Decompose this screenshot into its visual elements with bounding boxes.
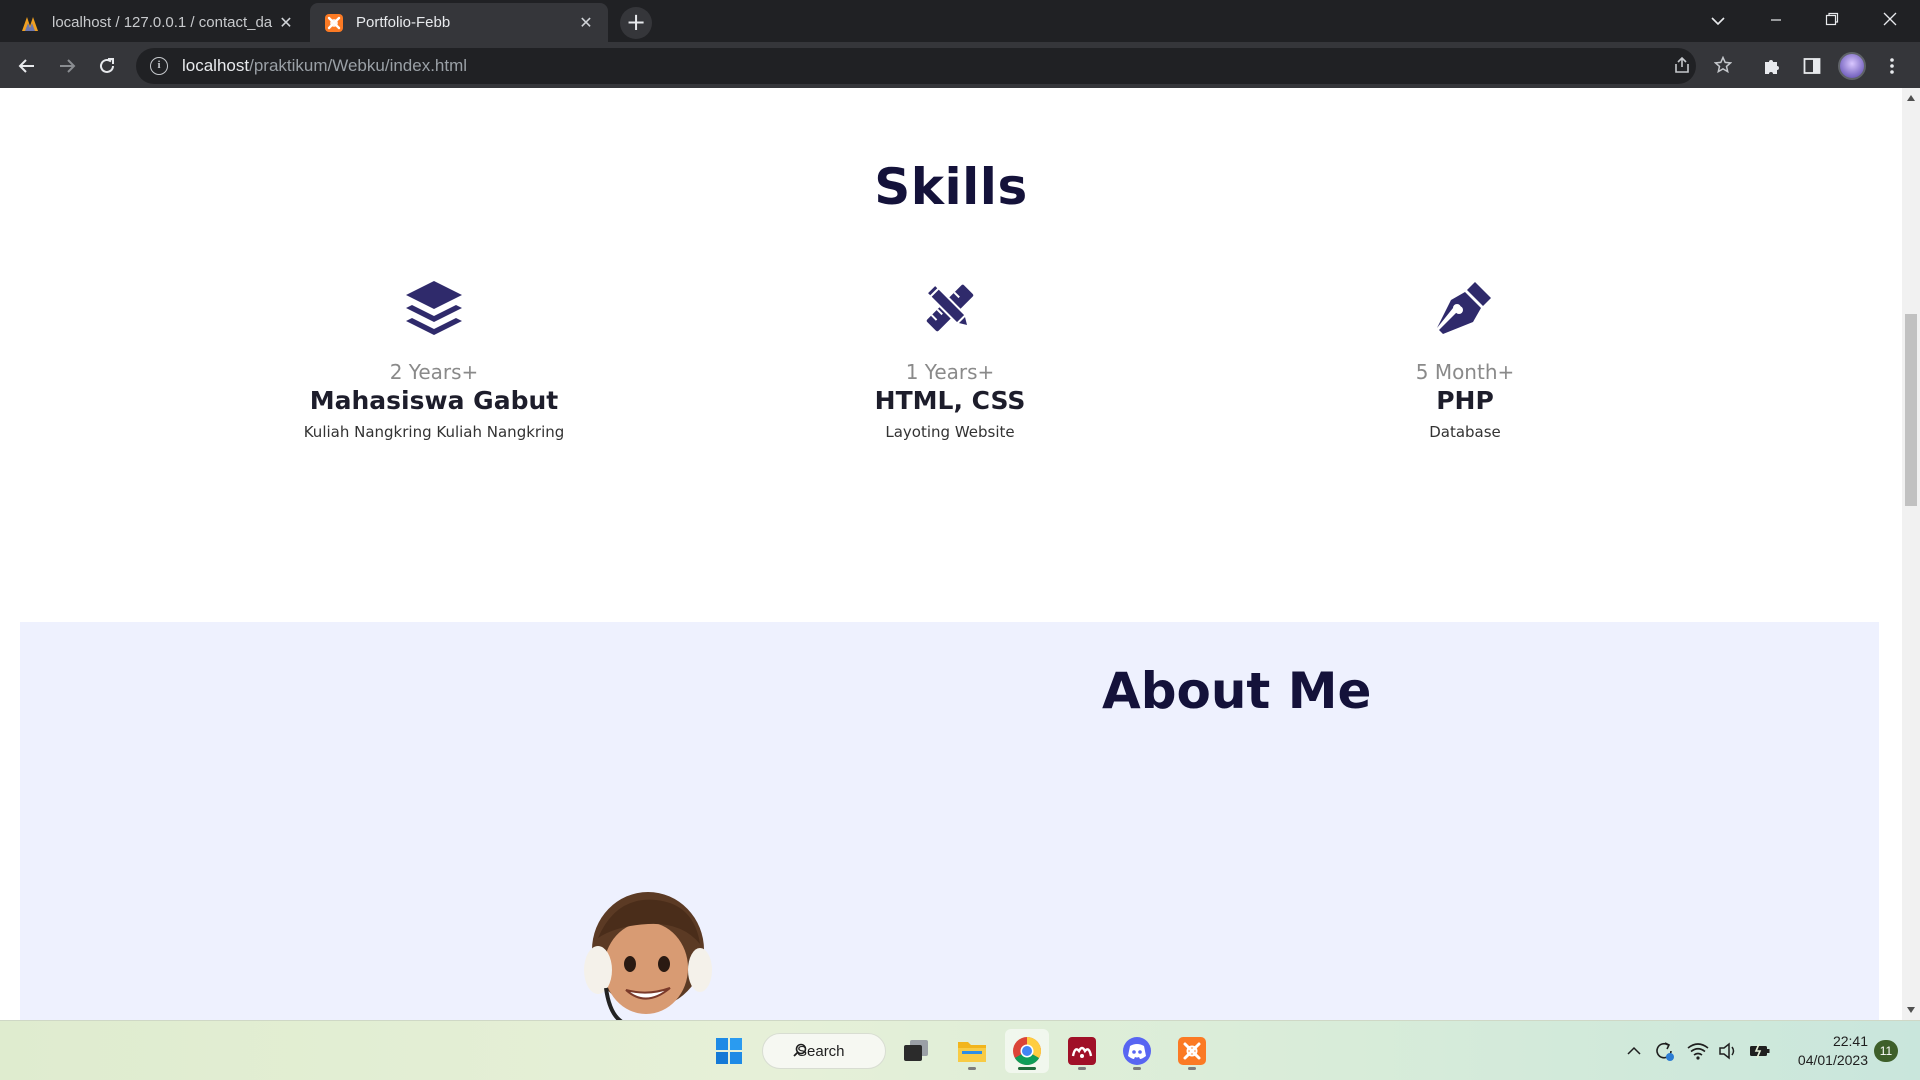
- restore-icon[interactable]: [1812, 6, 1852, 36]
- skill-description: Database: [1429, 423, 1501, 441]
- volume-icon[interactable]: [1716, 1039, 1740, 1063]
- page-viewport: Skills 2 Years+ Mahasiswa Gabut Kuliah N…: [0, 88, 1902, 1020]
- vertical-scrollbar[interactable]: [1902, 88, 1920, 1020]
- skill-card: 2 Years+ Mahasiswa Gabut Kuliah Nangkrin…: [184, 278, 684, 441]
- profile-illustration: [576, 878, 716, 1020]
- browser-tab-bar: localhost / 127.0.0.1 / contact_da ✕ Por…: [0, 0, 1920, 42]
- close-window-icon[interactable]: [1870, 6, 1910, 36]
- pen-nib-icon: [1435, 278, 1495, 338]
- battery-charging-icon[interactable]: [1748, 1039, 1772, 1063]
- system-clock[interactable]: 22:41 04/01/2023: [1786, 1032, 1868, 1070]
- mendeley-icon[interactable]: [1060, 1029, 1104, 1073]
- close-icon[interactable]: ✕: [276, 13, 296, 33]
- about-heading: About Me: [1102, 662, 1372, 720]
- skill-name: Mahasiswa Gabut: [309, 386, 559, 415]
- wifi-icon[interactable]: [1686, 1039, 1710, 1063]
- tab-portfolio[interactable]: Portfolio-Febb ✕: [310, 3, 608, 42]
- skill-description: Layoting Website: [885, 423, 1015, 441]
- scroll-down-arrow-icon[interactable]: [1907, 1007, 1915, 1013]
- site-info-icon[interactable]: i: [150, 57, 168, 75]
- skill-description: Kuliah Nangkring Kuliah Nangkring: [303, 423, 565, 441]
- sync-icon[interactable]: [1652, 1039, 1676, 1063]
- chrome-icon[interactable]: [1005, 1029, 1049, 1073]
- skill-name: HTML, CSS: [874, 386, 1026, 415]
- reload-icon[interactable]: [91, 50, 123, 82]
- extensions-icon[interactable]: [1756, 50, 1788, 82]
- skill-name: PHP: [1436, 386, 1494, 415]
- skill-duration: 5 Month+: [1415, 360, 1515, 384]
- tab-title: Portfolio-Febb: [356, 14, 451, 31]
- menu-dots-icon[interactable]: [1876, 50, 1908, 82]
- close-icon[interactable]: ✕: [576, 13, 596, 33]
- side-panel-icon[interactable]: [1796, 50, 1828, 82]
- minimize-icon[interactable]: [1756, 6, 1796, 36]
- scroll-up-arrow-icon[interactable]: [1907, 95, 1915, 101]
- new-tab-button[interactable]: +: [620, 7, 652, 39]
- skill-card: 5 Month+ PHP Database: [1215, 278, 1715, 441]
- skill-card: 1 Years+ HTML, CSS Layoting Website: [700, 278, 1200, 441]
- skills-heading: Skills: [874, 158, 1028, 216]
- about-section: About Me: [20, 622, 1879, 1020]
- phpmyadmin-icon: [20, 13, 40, 33]
- address-bar[interactable]: i localhost/praktikum/Webku/index.html: [136, 48, 1696, 84]
- layers-icon: [404, 278, 464, 338]
- forward-icon[interactable]: [51, 50, 83, 82]
- profile-avatar[interactable]: [1836, 50, 1868, 82]
- skill-duration: 1 Years+: [905, 360, 995, 384]
- url-text: localhost/praktikum/Webku/index.html: [182, 56, 468, 75]
- back-icon[interactable]: [11, 50, 43, 82]
- clock-date: 04/01/2023: [1797, 1052, 1868, 1068]
- taskbar-search[interactable]: Search: [762, 1033, 886, 1069]
- skill-duration: 2 Years+: [389, 360, 479, 384]
- pencil-ruler-icon: [920, 278, 980, 338]
- tab-phpmyadmin[interactable]: localhost / 127.0.0.1 / contact_da ✕: [6, 3, 308, 42]
- start-icon[interactable]: [707, 1029, 751, 1073]
- chevron-up-icon[interactable]: [1622, 1039, 1646, 1063]
- task-view-icon[interactable]: [894, 1029, 938, 1073]
- scrollbar-thumb[interactable]: [1905, 314, 1917, 506]
- bookmark-star-icon[interactable]: [1708, 50, 1738, 80]
- notification-badge[interactable]: 11: [1874, 1040, 1898, 1062]
- share-icon[interactable]: [1667, 50, 1697, 80]
- discord-icon[interactable]: [1115, 1029, 1159, 1073]
- clock-time: 22:41: [1832, 1033, 1868, 1049]
- tab-search-icon[interactable]: [1698, 6, 1738, 36]
- tab-title: localhost / 127.0.0.1 / contact_da: [52, 14, 273, 31]
- browser-toolbar: i localhost/praktikum/Webku/index.html: [0, 42, 1920, 88]
- search-icon: [793, 1043, 807, 1057]
- taskbar: Search 22:41 04/01/2023 11: [0, 1020, 1920, 1080]
- xampp-icon: [324, 13, 344, 33]
- file-explorer-icon[interactable]: [950, 1029, 994, 1073]
- xampp-icon[interactable]: [1170, 1029, 1214, 1073]
